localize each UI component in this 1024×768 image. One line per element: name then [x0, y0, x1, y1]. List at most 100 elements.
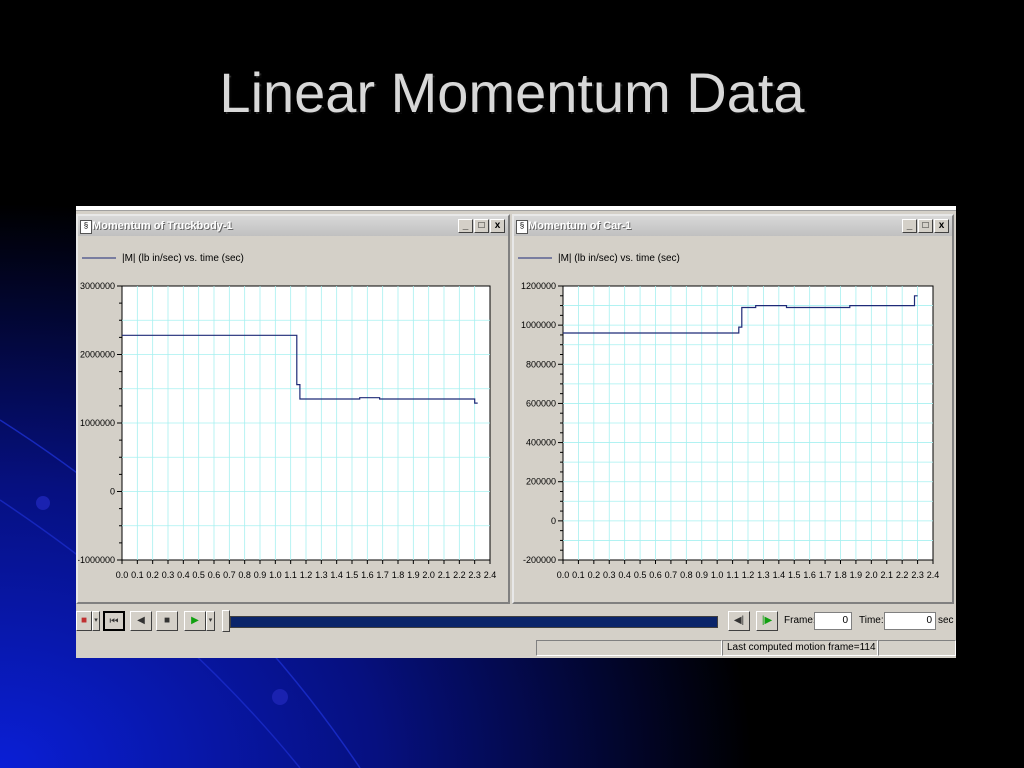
x-tick-label: 1.4: [773, 570, 786, 580]
car-momentum-window: § Momentum of Car-1 _ □ x |M| (lb in/sec…: [512, 214, 954, 604]
legend-label: |M| (lb in/sec) vs. time (sec): [558, 253, 680, 264]
x-tick-label: 2.0: [422, 570, 435, 580]
x-tick-label: 0.8: [238, 570, 251, 580]
x-tick-label: 1.9: [850, 570, 863, 580]
maximize-button[interactable]: □: [918, 219, 933, 233]
x-tick-label: 0.5: [192, 570, 205, 580]
play-dropdown-chevron-icon[interactable]: ▾: [206, 611, 215, 631]
title-bar[interactable]: § Momentum of Car-1 _ □ x: [514, 216, 952, 236]
close-button[interactable]: x: [934, 219, 949, 233]
x-tick-label: 1.8: [834, 570, 847, 580]
x-tick-label: 2.3: [911, 570, 924, 580]
y-tick-label: -200000: [523, 555, 556, 565]
x-tick-label: 1.9: [407, 570, 420, 580]
x-tick-label: 2.1: [438, 570, 451, 580]
timeline-slider-thumb[interactable]: [222, 610, 230, 632]
x-tick-label: 1.7: [819, 570, 832, 580]
x-tick-label: 1.2: [300, 570, 313, 580]
minimize-button[interactable]: _: [458, 219, 473, 233]
x-tick-label: 2.0: [865, 570, 878, 580]
x-tick-label: 0.3: [603, 570, 616, 580]
status-panel-right: [878, 640, 956, 656]
slide-title: Linear Momentum Data: [219, 61, 805, 124]
x-tick-label: 0.2: [146, 570, 159, 580]
y-tick-label: 1000000: [521, 320, 556, 330]
y-tick-label: 1200000: [521, 281, 556, 291]
x-tick-label: 0.4: [177, 570, 190, 580]
window-icon: §: [516, 220, 528, 234]
step-back-icon[interactable]: ◀: [130, 611, 152, 631]
y-tick-label: 0: [551, 516, 556, 526]
y-tick-label: 3000000: [80, 281, 115, 291]
maximize-button[interactable]: □: [474, 219, 489, 233]
truckbody-momentum-chart: |M| (lb in/sec) vs. time (sec)0.0 0.1 0.2 0…: [78, 253, 496, 580]
truckbody-momentum-window: § Momentum of Truckbody-1 _ □ x |M| (lb …: [76, 214, 510, 604]
x-tick-label: 0.5: [634, 570, 647, 580]
x-tick-label: 2.2: [453, 570, 466, 580]
x-tick-label: 1.6: [361, 570, 374, 580]
x-tick-label: 2.1: [880, 570, 893, 580]
x-tick-label: 0.3: [162, 570, 175, 580]
animation-controls: ■ ▾ ⏮ ◀ ■ ▶ ▾ ◀| |▶ Frame: 0 Time: 0 sec: [76, 606, 956, 636]
x-tick-label: 1.0: [711, 570, 724, 580]
y-tick-label: 800000: [526, 359, 556, 369]
x-tick-label: 0.4: [618, 570, 631, 580]
frame-input[interactable]: 0: [814, 612, 852, 630]
x-tick-label: 0.1: [572, 570, 585, 580]
y-tick-label: 1000000: [80, 418, 115, 428]
x-tick-label: 1.7: [376, 570, 389, 580]
x-tick-label: 2.3: [468, 570, 481, 580]
simulation-window: § Momentum of Truckbody-1 _ □ x |M| (lb …: [76, 206, 956, 658]
x-tick-label: 1.0: [269, 570, 282, 580]
y-tick-label: 400000: [526, 438, 556, 448]
status-bar: Last computed motion frame=114: [76, 638, 956, 658]
x-tick-label: 0.7: [665, 570, 678, 580]
x-tick-label: 1.5: [346, 570, 359, 580]
step-back-frame-icon[interactable]: ◀|: [728, 611, 750, 631]
x-tick-label: 0.9: [254, 570, 267, 580]
x-tick-label: 1.2: [742, 570, 755, 580]
x-tick-label: 0.7: [223, 570, 236, 580]
x-tick-label: 1.3: [315, 570, 328, 580]
time-unit-label: sec: [938, 615, 954, 626]
close-button[interactable]: x: [490, 219, 505, 233]
time-label: Time:: [859, 615, 884, 626]
y-tick-label: 600000: [526, 398, 556, 408]
car-momentum-chart: |M| (lb in/sec) vs. time (sec)0.0 0.1 0.2 0…: [518, 253, 940, 580]
x-tick-label: 1.5: [788, 570, 801, 580]
timeline-slider[interactable]: [230, 616, 718, 628]
x-tick-label: 0.0: [116, 570, 129, 580]
x-tick-label: 0.0: [557, 570, 570, 580]
window-title: Momentum of Car-1: [528, 220, 632, 232]
y-tick-label: 200000: [526, 477, 556, 487]
x-tick-label: 1.4: [330, 570, 343, 580]
x-tick-label: 0.6: [208, 570, 221, 580]
stop-icon[interactable]: ■: [156, 611, 178, 631]
x-tick-label: 0.8: [680, 570, 693, 580]
y-tick-label: -1000000: [78, 555, 115, 565]
legend-label: |M| (lb in/sec) vs. time (sec): [122, 253, 244, 264]
minimize-button[interactable]: _: [902, 219, 917, 233]
top-border: [76, 206, 956, 211]
window-icon: §: [80, 220, 92, 234]
x-tick-label: 1.8: [392, 570, 405, 580]
animation-mode-icon[interactable]: ■: [76, 611, 92, 631]
time-input[interactable]: 0: [884, 612, 936, 630]
step-forward-frame-icon[interactable]: |▶: [756, 611, 778, 631]
title-bar[interactable]: § Momentum of Truckbody-1 _ □ x: [78, 216, 508, 236]
x-tick-label: 0.2: [588, 570, 601, 580]
mode-dropdown-chevron-icon[interactable]: ▾: [92, 611, 100, 631]
x-tick-label: 0.9: [695, 570, 708, 580]
y-tick-label: 2000000: [80, 350, 115, 360]
x-tick-label: 1.3: [757, 570, 770, 580]
x-tick-label: 0.1: [131, 570, 144, 580]
status-message: Last computed motion frame=114: [722, 640, 878, 656]
x-tick-label: 1.1: [726, 570, 739, 580]
y-tick-label: 0: [110, 487, 115, 497]
status-panel-empty: [536, 640, 722, 656]
frame-label: Frame:: [784, 615, 816, 626]
rewind-to-start-icon[interactable]: ⏮: [103, 611, 125, 631]
play-icon[interactable]: ▶: [184, 611, 206, 631]
x-tick-label: 2.4: [927, 570, 940, 580]
x-tick-label: 1.1: [284, 570, 297, 580]
